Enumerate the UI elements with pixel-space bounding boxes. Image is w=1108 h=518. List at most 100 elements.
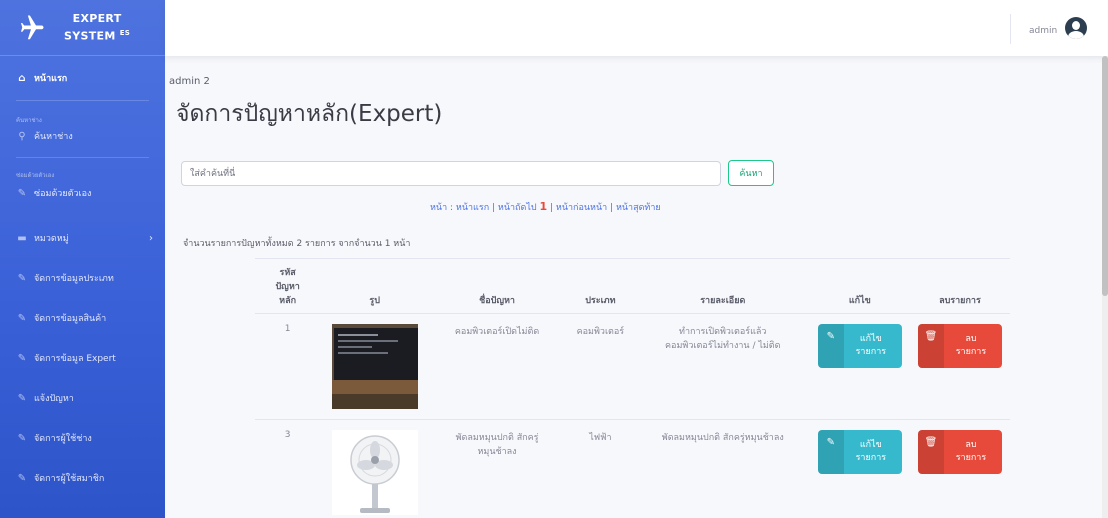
sidebar-item-manage-product[interactable]: ✎ จัดการข้อมูลสินค้า [0,298,165,338]
cell-name-line: หมุนช้าลง [477,447,517,457]
section-heading-self: ซ่อมด้วยตัวเอง [16,172,55,179]
pager-next-link[interactable]: หน้าถัดไป [498,203,537,213]
computer-error-thumbnail[interactable] [331,324,418,409]
edit-button[interactable]: ✎ แก้ไข รายการ [817,324,902,368]
topbar-divider [1010,14,1011,44]
cell-edit: ✎ แก้ไข รายการ [809,313,910,420]
sidebar-item-home[interactable]: ⌂ หน้าแรก [0,56,165,100]
airplane-icon [21,15,44,39]
search-input[interactable] [181,161,721,186]
brand[interactable]: EXPERT SYSTEM ES [0,0,165,56]
trash-icon: 🗑 [917,324,944,368]
sidebar-item-label: จัดการผู้ใช้สมาชิก [34,474,105,484]
section-heading-search: ค้นหาช่าง [16,117,42,124]
sidebar-item-label: ซ่อมด้วยตัวเอง [34,189,92,199]
breadcrumb: admin 2 [169,76,210,87]
cell-image [320,419,430,518]
sidebar-item-label: หน้าแรก [34,74,68,84]
delete-button-label: ลบ รายการ [955,334,987,357]
search-button[interactable]: ค้นหา [728,160,774,186]
edit-button-label: แก้ไข รายการ [855,440,887,463]
pager-last-link[interactable]: หน้าสุดท้าย [616,203,661,213]
table-header-row: รหัส ปัญหา หลัก รูป ชื่อปัญหา ประเภท ราย… [255,258,1010,314]
table-row: 3 พัดลมหมุนปกติ สักครู่ หมุนช้าลง ไฟฟ้า … [255,419,1010,518]
search-icon: ⚲ [18,130,26,142]
avatar-head [1072,21,1080,30]
sidebar-item-label: แจ้งปัญหา [34,394,74,404]
wrench-icon: ✎ [17,432,27,444]
user-name[interactable]: admin [1029,26,1057,36]
avatar[interactable] [1065,17,1087,39]
cell-detail: ทำการเปิดพิวเตอร์แล้ว คอมพิวเตอร์ไม่ทำงา… [635,313,810,420]
sidebar: EXPERT SYSTEM ES ⌂ หน้าแรก ค้นหาช่าง ⚲ ค… [0,0,165,518]
brand-title: EXPERT SYSTEM ES [64,11,131,43]
wrench-icon: ✎ [17,352,27,364]
cell-detail: พัดลมหมุนปกติ สักครู่หมุนช้าลง [635,419,810,518]
cell-name: คอมพิวเตอร์เปิดไม่ติด [429,313,566,420]
chevron-right-icon: › [149,232,153,244]
sidebar-item-manage-expert[interactable]: ✎ จัดการข้อมูล Expert [0,338,165,378]
col-header-id-line: ปัญหา [275,282,300,292]
cell-id: 1 [255,313,321,420]
topbar: admin [165,0,1108,56]
sidebar-item-self-repair[interactable]: ✎ ซ่อมด้วยตัวเอง [0,180,165,206]
col-header-id-line: รหัส [279,268,296,278]
wrench-icon: ✎ [17,187,27,199]
cell-detail-line: คอมพิวเตอร์ไม่ทำงาน / ไม่ติด [665,341,781,351]
wrench-icon: ✎ [17,272,27,284]
pagination: หน้า : หน้าแรก | หน้าถัดไป 1 | หน้าก่อนห… [430,200,661,213]
delete-button[interactable]: 🗑 ลบ รายการ [917,324,1002,368]
col-header-type: ประเภท [565,258,636,314]
cell-type: คอมพิวเตอร์ [565,313,636,420]
edit-button[interactable]: ✎ แก้ไข รายการ [817,430,902,474]
col-header-id-line: หลัก [279,296,297,306]
trash-icon: 🗑 [917,430,944,474]
pager-prev-link[interactable]: หน้าก่อนหน้า [556,203,607,213]
delete-button[interactable]: 🗑 ลบ รายการ [917,430,1002,474]
sidebar-item-label: หมวดหมู่ [34,234,69,244]
cell-image [320,313,430,420]
problem-table: รหัส ปัญหา หลัก รูป ชื่อปัญหา ประเภท ราย… [255,258,1010,518]
home-icon: ⌂ [18,72,26,84]
col-header-name: ชื่อปัญหา [429,258,566,314]
edit-button-label: แก้ไข รายการ [855,334,887,357]
avatar-body [1068,31,1084,39]
pencil-icon: ✎ [817,324,844,368]
cell-name-line: พัดลมหมุนปกติ สักครู่ [455,433,539,443]
result-summary: จำนวนรายการปัญหาทั้งหมด 2 รายการ จากจำนว… [183,239,411,249]
scrollbar-thumb[interactable] [1102,56,1108,296]
wrench-icon: ✎ [17,312,27,324]
page-title: จัดการปัญหาหลัก(Expert) [176,101,443,127]
cell-delete: 🗑 ลบ รายการ [909,419,1010,518]
folder-icon: ▬ [17,232,27,244]
scrollbar[interactable] [1102,56,1108,518]
col-header-image: รูป [320,258,430,314]
cell-id: 3 [255,419,321,518]
pager-label: หน้า : [430,203,454,213]
sidebar-item-manage-member[interactable]: ✎ จัดการผู้ใช้สมาชิก [0,458,165,498]
wrench-icon: ✎ [17,472,27,484]
col-header-id: รหัส ปัญหา หลัก [255,258,321,314]
cell-name: พัดลมหมุนปกติ สักครู่ หมุนช้าลง [429,419,566,518]
table-row: 1 คอมพิวเตอร์เปิดไม่ติด คอมพิวเตอร์ ทำกา… [255,313,1010,420]
pencil-icon: ✎ [817,430,844,474]
cell-edit: ✎ แก้ไข รายการ [809,419,910,518]
delete-button-label: ลบ รายการ [955,440,987,463]
sidebar-item-label: จัดการข้อมูลสินค้า [34,314,107,324]
cell-delete: 🗑 ลบ รายการ [909,313,1010,420]
pager-current: 1 [539,200,548,213]
fan-thumbnail[interactable] [331,430,418,515]
sidebar-item-manage-type[interactable]: ✎ จัดการข้อมูลประเภท [0,258,165,298]
sidebar-item-label: จัดการข้อมูลประเภท [34,274,114,284]
cell-detail-line: ทำการเปิดพิวเตอร์แล้ว [679,327,767,337]
sidebar-item-report-problem[interactable]: ✎ แจ้งปัญหา [0,378,165,418]
sidebar-item-manage-tech[interactable]: ✎ จัดการผู้ใช้ช่าง [0,418,165,458]
cell-type: ไฟฟ้า [565,419,636,518]
sidebar-item-search-tech[interactable]: ⚲ ค้นหาช่าง [0,125,165,147]
sidebar-item-label: จัดการข้อมูล Expert [34,354,116,364]
wrench-icon: ✎ [17,392,27,404]
col-header-detail: รายละเอียด [635,258,810,314]
sidebar-item-label: ค้นหาช่าง [34,132,73,142]
sidebar-item-category[interactable]: ▬ หมวดหมู่ › [0,218,165,258]
pager-first-link[interactable]: หน้าแรก [456,203,489,213]
